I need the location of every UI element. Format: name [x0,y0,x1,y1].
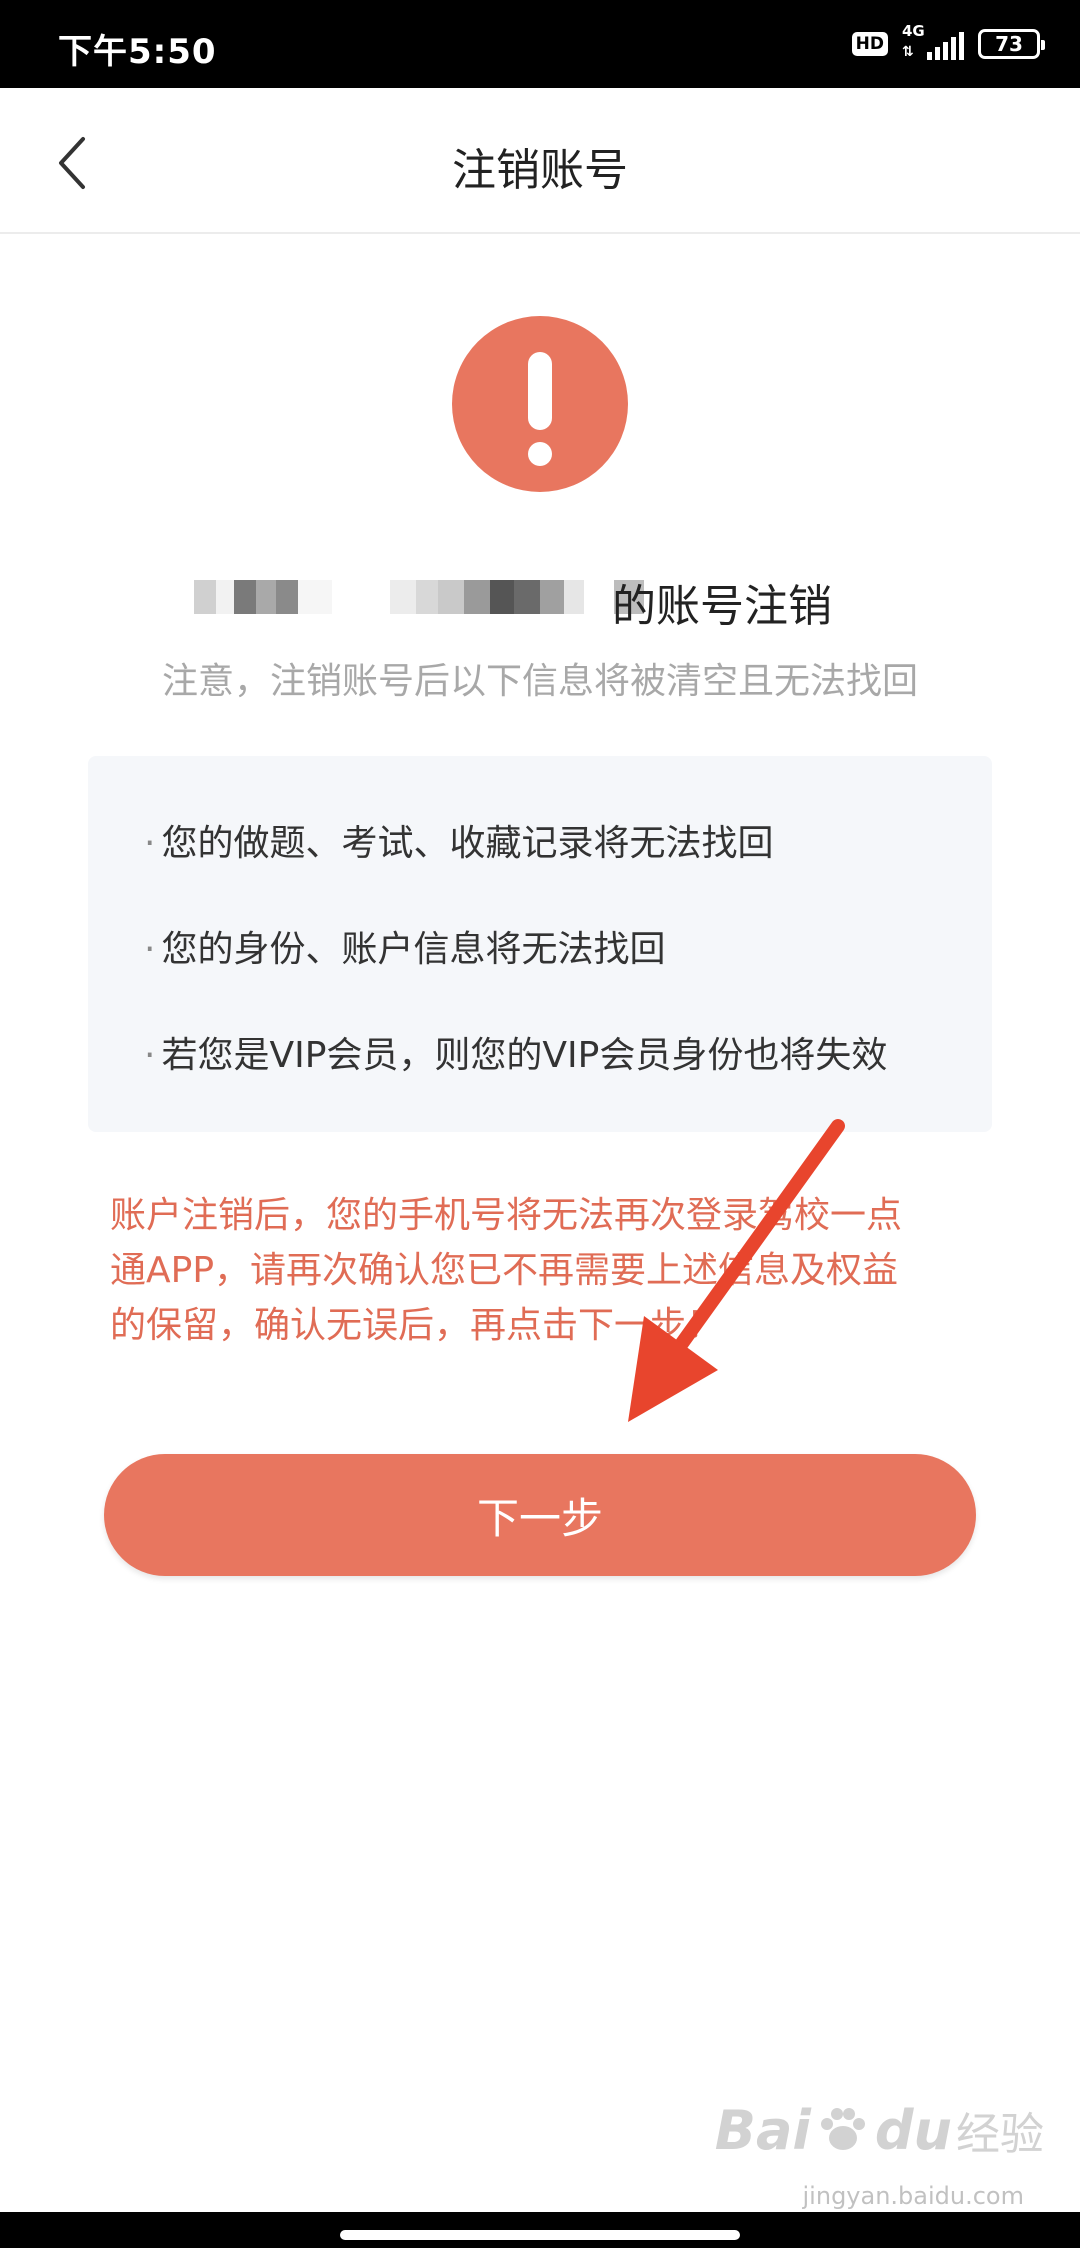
signal-icon: 4G ⇅ [902,22,964,62]
paw-icon [820,2108,865,2150]
data-arrows-icon: ⇅ [902,44,914,60]
status-bar: 下午5:50 HD 4G ⇅ 73 [0,0,1080,88]
list-item: · 若您是VIP会员，则您的VIP会员身份也将失效 [144,1035,888,1076]
status-time: 下午5:50 [58,32,217,72]
baidu-watermark: Bai du 经验 [715,2098,1044,2162]
list-item-text: 您的做题、考试、收藏记录将无法找回 [161,823,774,864]
signal-bars-icon [927,32,964,60]
watermark-text: 经验 [956,2109,1044,2160]
list-item-text: 您的身份、账户信息将无法找回 [161,929,666,970]
home-indicator[interactable] [340,2230,740,2240]
battery-icon: 73 [978,29,1045,59]
headline-text: 的账号注销 [612,581,832,632]
exclamation-circle-icon [452,316,628,492]
watermark-site: jingyan.baidu.com [802,2182,1024,2210]
annotation-arrow-icon [628,1119,845,1422]
app-screen: 下午5:50 HD 4G ⇅ 73 注销账号 的账号注销 注意，注销账号后以下信… [0,0,1080,2248]
list-item: · 您的做题、考试、收藏记录将无法找回 [144,823,774,864]
headline: 的账号注销 [0,568,1080,632]
notice-text: 注意，注销账号后以下信息将被清空且无法找回 [161,661,918,702]
next-step-label: 下一步 [476,1494,603,1542]
nav-bar: 注销账号 [0,88,1080,234]
list-item-text: 若您是VIP会员，则您的VIP会员身份也将失效 [161,1035,888,1076]
next-step-button[interactable]: 下一步 [104,1454,976,1576]
list-item: · 您的身份、账户信息将无法找回 [144,929,666,970]
status-icons: HD 4G ⇅ 73 [851,22,1045,62]
page-title: 注销账号 [452,145,628,196]
network-type-label: 4G [902,22,925,40]
battery-level: 73 [995,32,1023,56]
obscured-account-text [194,580,654,614]
hd-icon: HD [851,32,888,56]
info-card: · 您的做题、考试、收藏记录将无法找回 · 您的身份、账户信息将无法找回 · 若您是V… [88,756,992,1132]
watermark-logo: Bai [714,2098,811,2162]
watermark-logo-tail: du [874,2098,952,2162]
